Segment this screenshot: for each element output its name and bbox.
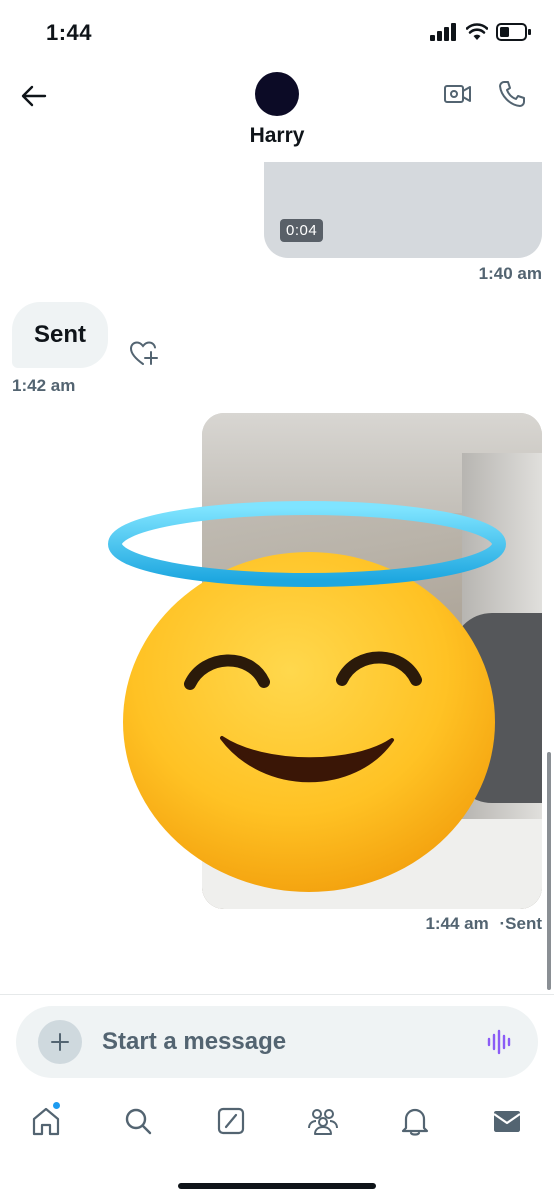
text-message[interactable]: Sent: [12, 302, 109, 368]
status-icons: [430, 22, 532, 42]
signal-icon: [430, 23, 456, 41]
video-camera-icon: [444, 85, 471, 103]
arrow-left-icon: [21, 85, 47, 107]
wifi-icon: [466, 23, 488, 40]
video-call-button[interactable]: [442, 78, 474, 110]
avatar[interactable]: [255, 72, 299, 116]
message-timestamp: 1:44 am ·Sent: [425, 914, 542, 934]
people-icon: [308, 1109, 338, 1135]
halo-smiling-face-icon: [108, 501, 506, 892]
home-indicator[interactable]: [178, 1183, 376, 1189]
delivery-status: ·Sent: [499, 914, 543, 933]
scrollbar[interactable]: [547, 752, 551, 990]
waveform-icon: [487, 1029, 511, 1055]
voice-message-button[interactable]: [486, 1028, 514, 1056]
search-icon: [125, 1108, 152, 1135]
phone-icon: [499, 81, 525, 107]
phone-call-button[interactable]: [496, 78, 528, 110]
bell-icon: [401, 1108, 429, 1136]
status-bar: 1:44: [0, 0, 554, 66]
photo-timestamp: 1:44 am: [425, 914, 489, 933]
message-text: Sent: [34, 321, 87, 348]
contact-name[interactable]: Harry: [0, 124, 554, 148]
tab-communities[interactable]: [306, 1104, 340, 1138]
divider: [0, 994, 554, 995]
back-button[interactable]: [18, 80, 50, 112]
battery-icon: [496, 23, 531, 41]
react-button[interactable]: [128, 338, 160, 368]
envelope-icon: [493, 1111, 521, 1132]
tab-notifications[interactable]: [398, 1104, 432, 1138]
home-icon: [32, 1107, 60, 1136]
message-timestamp: 1:40 am: [478, 264, 542, 283]
video-message[interactable]: 0:04: [264, 162, 542, 258]
tab-home[interactable]: [29, 1104, 63, 1138]
plus-icon: [51, 1033, 69, 1051]
tab-messages[interactable]: [490, 1104, 524, 1138]
tab-bar: [0, 1096, 554, 1148]
tab-grok[interactable]: [214, 1104, 248, 1138]
video-duration: 0:04: [280, 219, 324, 242]
notification-dot: [53, 1102, 60, 1109]
conversation-header: Harry: [0, 66, 554, 162]
message-input[interactable]: [102, 1006, 472, 1078]
status-time: 1:44: [46, 20, 93, 45]
message-composer: [16, 1006, 538, 1078]
message-thread[interactable]: 0:04 1:40 am Sent 1:42 am 1:44 am ·Sent: [0, 162, 554, 992]
heart-plus-icon: [129, 341, 158, 365]
message-timestamp: 1:42 am: [12, 376, 76, 395]
add-media-button[interactable]: [38, 1020, 82, 1064]
grok-icon: [217, 1107, 245, 1135]
tab-search[interactable]: [121, 1104, 155, 1138]
